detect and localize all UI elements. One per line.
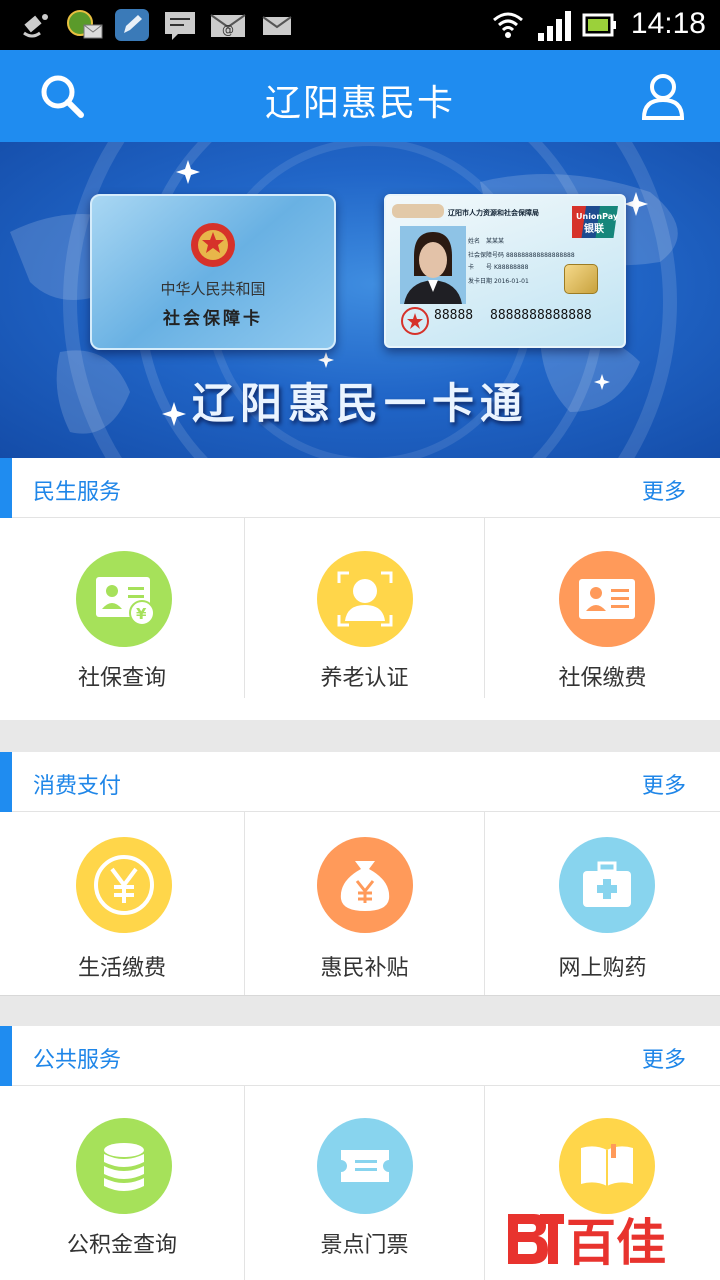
card-id-row: 社会保障号码 888888888888888888 <box>468 252 575 259</box>
card-issuer-text: 辽阳市人力资源和社会保障局 <box>448 209 539 217</box>
user-icon[interactable] <box>638 72 688 122</box>
section-header: 消费支付 更多 <box>0 752 720 812</box>
section-accent-bar <box>0 458 12 518</box>
message-icon <box>165 12 195 40</box>
app-header: 辽阳惠民卡 <box>0 50 720 142</box>
social-security-card-front: 中华人民共和国 社会保障卡 <box>90 194 336 350</box>
unionpay-logo-icon: UnionPay 银联 <box>572 206 618 238</box>
coin-stack-icon <box>76 1118 172 1214</box>
section-divider <box>0 996 720 1026</box>
section-title: 消费支付 <box>33 774 122 799</box>
yuan-coin-icon <box>76 837 172 933</box>
battery-icon <box>582 13 616 37</box>
card-number-row: 卡 号 K88888888 <box>468 264 529 271</box>
watermark: 百佳 <box>504 1208 700 1272</box>
more-link[interactable]: 更多 <box>642 768 686 800</box>
card-short-number: 88888 <box>434 308 474 323</box>
id-card-yuan-icon: ¥ <box>76 551 172 647</box>
more-link[interactable]: 更多 <box>642 474 686 506</box>
medical-kit-icon <box>559 837 655 933</box>
section-consumer-payment: 消费支付 更多 生活缴费 惠民补贴 网上购药 <box>0 752 720 996</box>
wifi-icon <box>493 12 523 38</box>
service-grid: 生活缴费 惠民补贴 网上购药 <box>0 812 720 996</box>
svg-text:¥: ¥ <box>136 605 147 623</box>
grid-item-label: 网上购药 <box>558 956 647 981</box>
card-name-row: 姓名 某某某 <box>468 238 505 245</box>
grid-item-pension-verification[interactable]: 养老认证 <box>244 518 484 698</box>
signal-icon <box>538 11 571 41</box>
section-header: 公共服务 更多 <box>0 1026 720 1086</box>
grid-item-social-security-query[interactable]: ¥ 社保查询 <box>0 518 244 698</box>
ticket-icon <box>317 1118 413 1214</box>
globe-mail-icon <box>67 10 103 39</box>
grid-item-public-subsidy[interactable]: 惠民补贴 <box>244 812 484 995</box>
card-date-row: 发卡日期 2016-01-01 <box>468 278 529 285</box>
grid-item-label: 社保查询 <box>77 666 166 691</box>
card-seal-icon <box>401 307 429 335</box>
card-long-number: 8888888888888 <box>490 308 592 323</box>
edit-app-icon <box>115 9 149 41</box>
card-type-text: 社会保障卡 <box>163 309 263 329</box>
card-country-text: 中华人民共和国 <box>160 280 266 298</box>
grid-item-label: 社保缴费 <box>558 666 647 691</box>
status-time: 14:18 <box>630 7 706 40</box>
grid-item-label: 养老认证 <box>320 666 409 691</box>
grid-item-social-security-payment[interactable]: 社保缴费 <box>484 518 720 698</box>
svg-text:@: @ <box>222 23 234 37</box>
grid-item-utility-payment[interactable]: 生活缴费 <box>0 812 244 995</box>
section-livelihood-services: 民生服务 更多 ¥ 社保查询 养老认证 社保缴费 <box>0 458 720 720</box>
baijia-logo-icon: 百佳 <box>508 1214 666 1272</box>
more-link[interactable]: 更多 <box>642 1042 686 1074</box>
section-header: 民生服务 更多 <box>0 458 720 518</box>
grid-item-label: 生活缴费 <box>77 956 166 981</box>
section-accent-bar <box>0 1026 12 1086</box>
banner-slogan: 辽阳惠民一卡通 <box>191 379 528 428</box>
grid-item-label: 公积金查询 <box>66 1233 177 1258</box>
satellite-icon <box>23 14 48 38</box>
card-chip <box>564 264 598 294</box>
section-title: 民生服务 <box>33 480 122 505</box>
page-title: 辽阳惠民卡 <box>264 83 455 124</box>
grid-item-housing-fund-query[interactable]: 公积金查询 <box>0 1086 244 1280</box>
grid-item-label: 景点门票 <box>320 1233 409 1258</box>
email-small-icon <box>262 16 292 35</box>
section-accent-bar <box>0 752 12 812</box>
section-divider <box>0 720 720 752</box>
id-card-icon <box>559 551 655 647</box>
svg-text:UnionPay: UnionPay <box>576 212 618 221</box>
face-scan-icon <box>317 551 413 647</box>
social-security-card-back: 辽阳市人力资源和社会保障局 UnionPay 银联 姓名 某某某 社会保障号码 … <box>384 194 626 348</box>
svg-text:银联: 银联 <box>584 222 604 235</box>
section-title: 公共服务 <box>33 1048 122 1073</box>
watermark-text: 百佳 <box>566 1214 666 1272</box>
status-bar: @ 14:18 <box>0 0 720 50</box>
banner[interactable]: 中华人民共和国 社会保障卡 辽阳市人力资源和社会保障局 UnionPay 银联 … <box>0 142 720 458</box>
book-icon <box>559 1118 655 1214</box>
national-emblem-icon <box>191 223 235 267</box>
money-bag-icon <box>317 837 413 933</box>
email-icon: @ <box>210 14 246 37</box>
grid-item-online-pharmacy[interactable]: 网上购药 <box>484 812 720 995</box>
service-grid: ¥ 社保查询 养老认证 社保缴费 <box>0 518 720 698</box>
grid-item-label: 惠民补贴 <box>320 956 409 981</box>
grid-item-scenic-tickets[interactable]: 景点门票 <box>244 1086 484 1280</box>
card-photo <box>400 226 466 304</box>
